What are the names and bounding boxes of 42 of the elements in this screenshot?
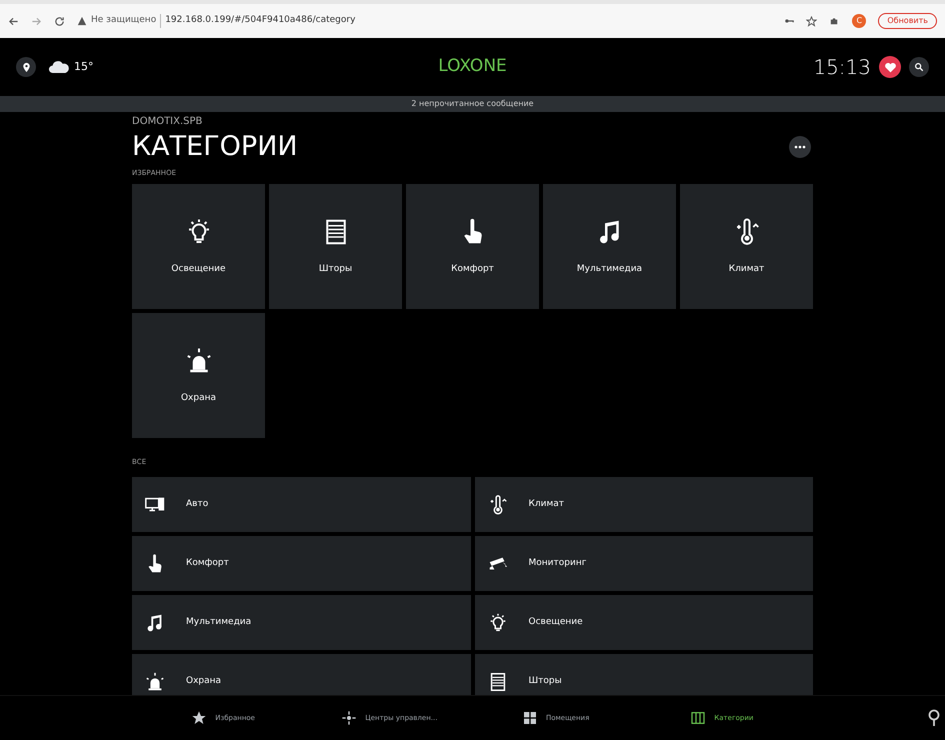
category-tile[interactable]: Шторы [269,184,402,309]
message-bar[interactable]: 2 непрочитанное сообщение [0,96,945,112]
star-outline-icon[interactable] [806,16,818,26]
page-title: КАТЕГОРИИ [132,130,298,164]
columns-icon [690,710,706,726]
clock-text: 15:13 [813,54,871,81]
page-subtitle: DOMOTIX.SPB [132,116,204,128]
heart-icon [884,60,896,74]
back-icon[interactable] [8,16,19,26]
search-icon [914,62,924,72]
warning-icon [77,16,87,26]
more-icon [794,145,806,149]
more-button[interactable] [789,136,811,158]
siren-icon [144,670,166,692]
category-tile[interactable]: Мультимедиа [543,184,676,309]
security-label: Не защищено [91,14,156,28]
location-pin-icon [20,62,32,72]
category-row[interactable]: Мониторинг [474,536,813,591]
category-row[interactable]: Авто [132,477,470,532]
temperature-label: 15° [74,58,94,75]
logo-text: LOXONE [438,55,507,78]
location-button[interactable] [16,57,36,77]
category-tile[interactable]: Освещение [132,184,265,309]
notifications-button[interactable] [879,56,901,78]
search-button[interactable] [909,57,929,77]
category-row[interactable]: Комфорт [132,536,470,591]
category-row[interactable]: Мультимедиа [132,595,470,650]
category-row[interactable]: Шторы [474,654,813,695]
reload-icon[interactable] [54,16,65,26]
category-tile[interactable]: Охрана [132,313,265,438]
category-tile[interactable]: Климат [680,184,813,309]
update-button[interactable]: Обновить [878,13,937,29]
category-tile[interactable]: Комфорт [406,184,539,309]
star-icon [191,710,208,726]
cloud-icon [48,60,70,74]
hub-icon [341,710,358,726]
category-row[interactable]: Освещение [474,595,813,650]
category-row[interactable]: Охрана [132,654,470,695]
grid-icon [522,710,538,726]
address-field[interactable]: 192.168.0.199/#/504F9410a486/category [160,14,356,28]
category-row[interactable]: Климат [474,477,813,532]
pin-icon[interactable] [927,709,941,727]
